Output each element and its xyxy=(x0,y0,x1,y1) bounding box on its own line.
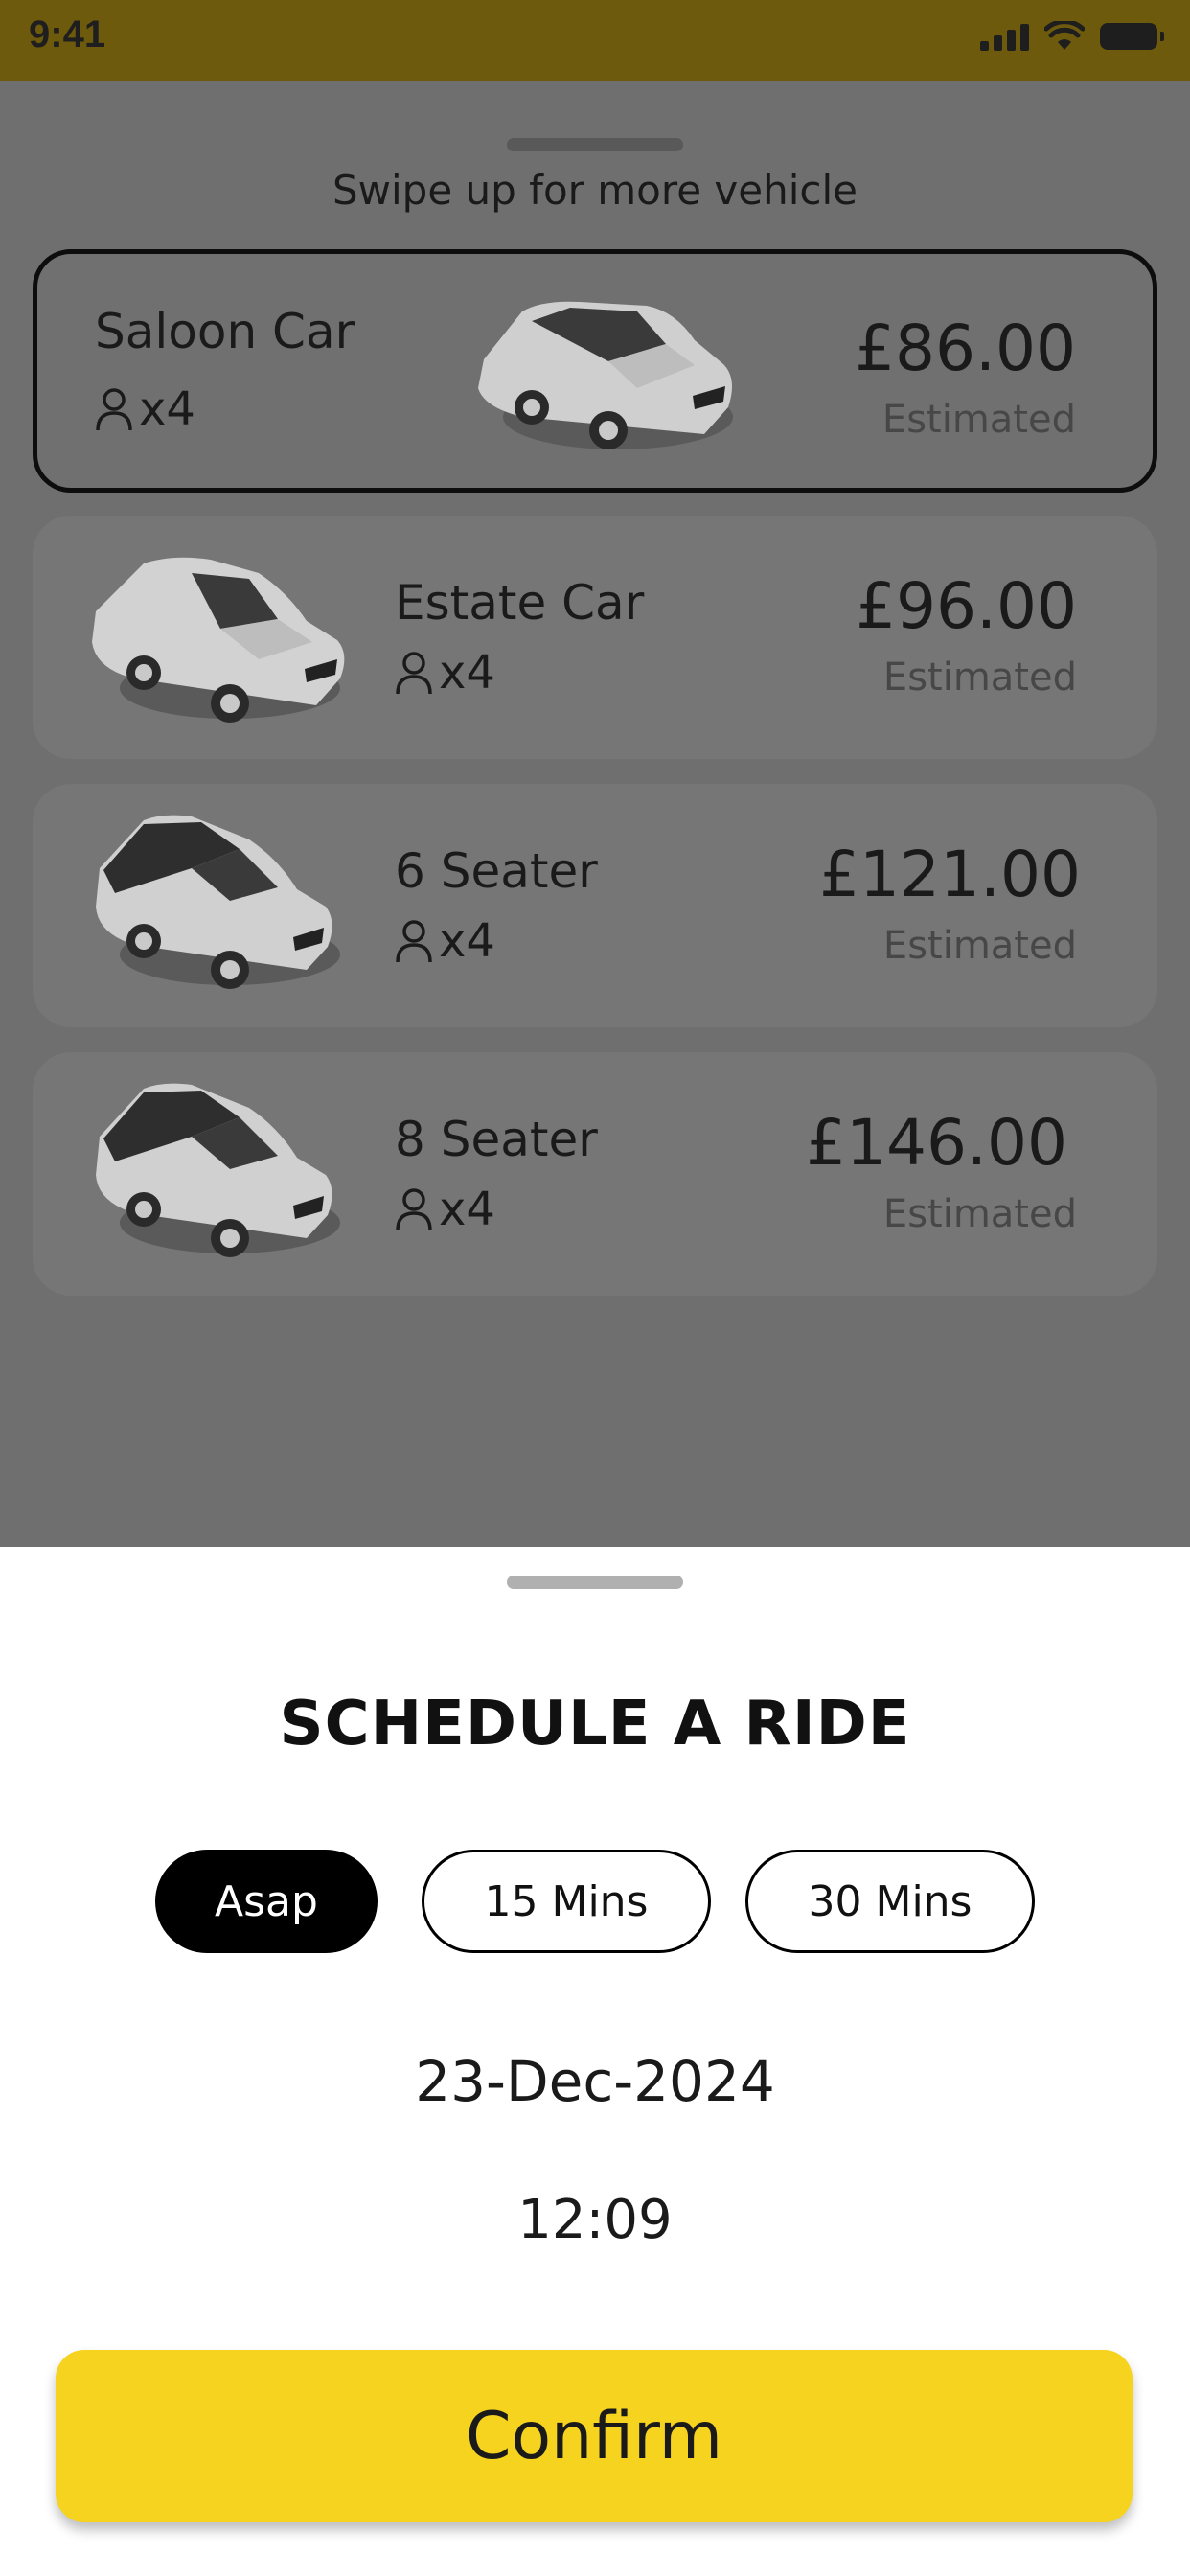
vehicle-list-overlay[interactable]: Swipe up for more vehicle Saloon Car x4 … xyxy=(0,80,1190,1547)
person-icon xyxy=(396,1188,432,1231)
vehicle-name: Estate Car xyxy=(395,575,645,631)
vehicle-card-6-seater[interactable]: 6 Seater x4 £121.00 Estimated xyxy=(33,784,1157,1027)
vehicle-name: Saloon Car xyxy=(95,304,355,359)
passenger-count: x4 xyxy=(139,382,195,436)
price-estimated-label: Estimated xyxy=(882,924,1077,968)
passenger-capacity: x4 xyxy=(395,646,495,700)
vehicle-price: £86.00 xyxy=(855,311,1076,385)
passenger-count: x4 xyxy=(439,646,495,700)
wifi-icon xyxy=(1044,21,1085,50)
status-time: 9:41 xyxy=(29,13,106,56)
passenger-capacity: x4 xyxy=(395,914,495,968)
person-icon xyxy=(396,652,432,695)
price-estimated-label: Estimated xyxy=(881,398,1076,442)
vehicle-price: £146.00 xyxy=(806,1106,1067,1180)
vehicle-card-estate[interactable]: Estate Car x4 £96.00 Estimated xyxy=(33,516,1157,759)
vehicle-card-8-seater[interactable]: 8 Seater x4 £146.00 Estimated xyxy=(33,1052,1157,1296)
time-picker-field[interactable]: 12:09 xyxy=(0,2189,1190,2251)
confirm-button[interactable]: Confirm xyxy=(56,2350,1133,2522)
vehicle-price: £121.00 xyxy=(819,838,1081,911)
passenger-capacity: x4 xyxy=(395,1183,495,1236)
schedule-bottom-sheet: SCHEDULE A RIDE Asap 15 Mins 30 Mins 23-… xyxy=(0,1547,1190,2576)
vehicle-name: 8 Seater xyxy=(395,1112,598,1167)
option-asap-button[interactable]: Asap xyxy=(155,1850,378,1953)
date-picker-field[interactable]: 23-Dec-2024 xyxy=(0,2049,1190,2114)
option-30-mins-button[interactable]: 30 Mins xyxy=(745,1850,1035,1953)
passenger-count: x4 xyxy=(439,1183,495,1236)
status-bar: 9:41 xyxy=(0,0,1190,80)
option-15-mins-button[interactable]: 15 Mins xyxy=(422,1850,711,1953)
battery-icon xyxy=(1100,23,1164,50)
vehicle-name: 6 Seater xyxy=(395,843,598,899)
vehicle-price: £96.00 xyxy=(856,569,1077,643)
price-estimated-label: Estimated xyxy=(882,1192,1077,1236)
person-icon xyxy=(396,920,432,963)
person-icon xyxy=(96,388,132,431)
status-icons xyxy=(980,21,1164,52)
vehicle-card-saloon[interactable]: Saloon Car x4 £86.00 Estimated xyxy=(33,249,1157,493)
price-estimated-label: Estimated xyxy=(882,656,1077,700)
passenger-count: x4 xyxy=(439,914,495,968)
passenger-capacity: x4 xyxy=(95,382,195,436)
8-seater-van-image xyxy=(96,1083,340,1257)
swipe-hint: Swipe up for more vehicle xyxy=(332,167,858,214)
6-seater-van-image xyxy=(96,815,340,989)
sheet-title: SCHEDULE A RIDE xyxy=(279,1689,911,1760)
saloon-car-image xyxy=(478,301,733,449)
estate-car-image xyxy=(92,557,345,723)
cellular-signal-icon xyxy=(980,22,1029,51)
sheet-drag-handle[interactable] xyxy=(507,1576,683,1589)
drag-handle[interactable] xyxy=(507,138,683,151)
